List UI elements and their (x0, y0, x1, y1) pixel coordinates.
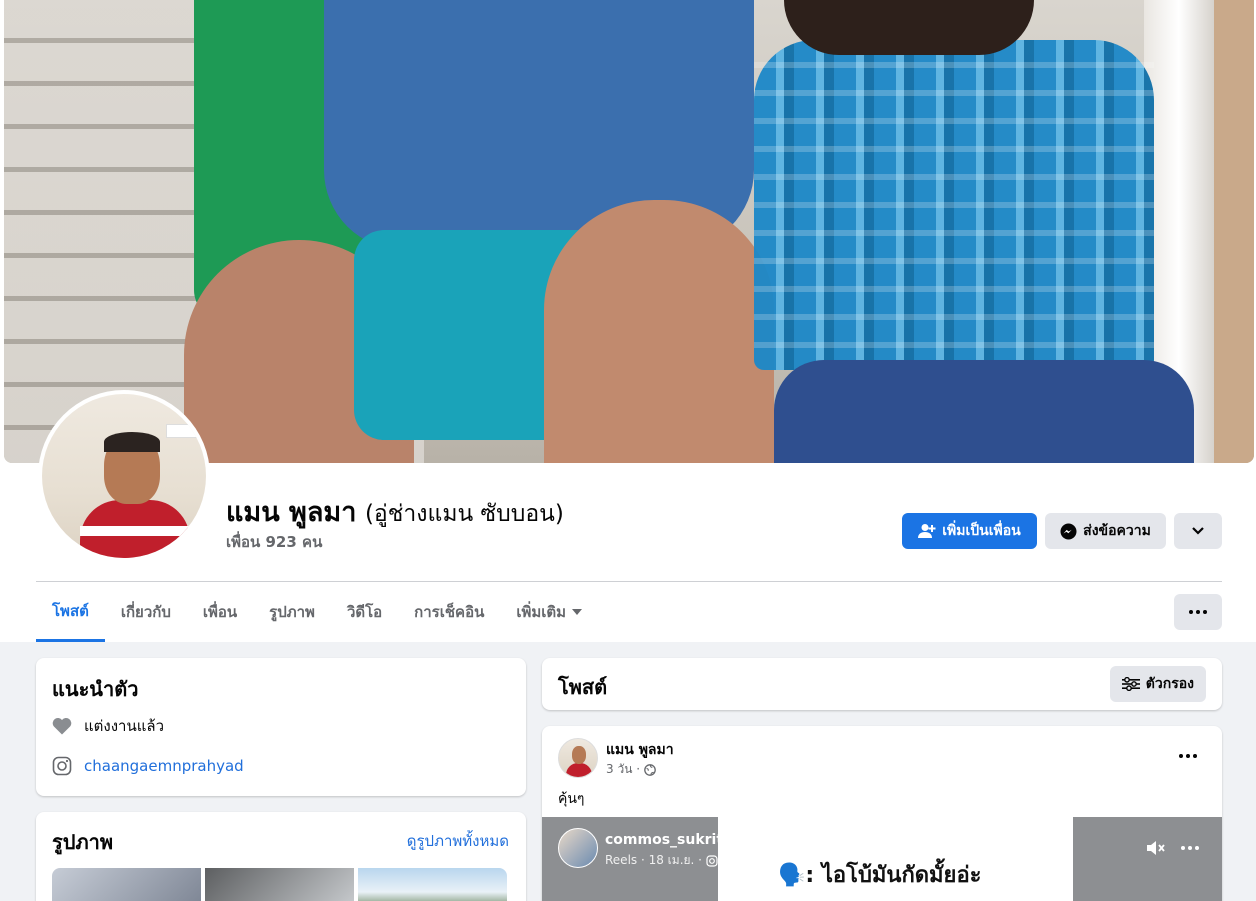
tab-friends[interactable]: เพื่อน (187, 582, 253, 642)
see-all-photos-link[interactable]: ดูรูปภาพทั้งหมด (407, 829, 509, 853)
filter-button[interactable]: ตัวกรอง (1109, 666, 1206, 702)
posts-title: โพสต์ (558, 675, 608, 699)
message-label: ส่งข้อความ (1083, 523, 1151, 539)
intro-instagram: chaangaemnprahyad (52, 756, 244, 776)
heart-icon (52, 717, 72, 735)
tabs-more-button[interactable] (1174, 594, 1222, 630)
globe-icon (644, 763, 656, 776)
instagram-link[interactable]: chaangaemnprahyad (84, 757, 244, 775)
shared-reel[interactable]: commos_sukrit Reels · 18 เม.ย. · 🗣️: ไอโ… (542, 817, 1222, 901)
post-meta: 3 วัน · (606, 760, 656, 779)
filter-icon (1121, 677, 1140, 691)
mute-button[interactable] (1145, 837, 1167, 859)
tab-about[interactable]: เกี่ยวกับ (105, 582, 187, 642)
tab-posts[interactable]: โพสต์ (36, 582, 105, 642)
tab-more[interactable]: เพิ่มเติม (500, 582, 598, 642)
photo-thumbnail[interactable] (52, 868, 201, 901)
photos-title: รูปภาพ (52, 830, 114, 854)
caret-down-icon (572, 609, 583, 615)
post-author-name[interactable]: แมน พูลมา (606, 739, 674, 761)
post-options-button[interactable] (1170, 744, 1206, 768)
profile-tabs: โพสต์ เกี่ยวกับ เพื่อน รูปภาพ วิดีโอ การ… (36, 582, 598, 642)
messenger-icon (1060, 523, 1077, 539)
reel-author-avatar[interactable] (558, 828, 598, 868)
post-card: แมน พูลมา 3 วัน · คุ้นๆ commos_sukrit Re… (542, 726, 1222, 901)
cover-photo[interactable] (4, 0, 1254, 463)
tab-checkins[interactable]: การเช็คอิน (398, 582, 500, 642)
reel-caption: 🗣️: ไอโบ้มันกัดมั้ยอ่ะ (778, 863, 982, 888)
tab-photos[interactable]: รูปภาพ (253, 582, 331, 642)
add-friend-label: เพิ่มเป็นเพื่อน (942, 523, 1021, 539)
filter-label: ตัวกรอง (1145, 676, 1194, 692)
profile-more-dropdown[interactable] (1174, 513, 1222, 549)
photo-thumbnail[interactable] (358, 868, 507, 901)
speaker-muted-icon (1147, 841, 1165, 855)
instagram-icon (52, 756, 72, 776)
post-text: คุ้นๆ (558, 791, 585, 807)
friends-count[interactable]: เพื่อน 923 คน (226, 530, 322, 554)
reel-meta-text: Reels · 18 เม.ย. · (605, 853, 702, 867)
message-button[interactable]: ส่งข้อความ (1045, 513, 1166, 549)
reel-author-name[interactable]: commos_sukrit (605, 832, 723, 848)
add-friend-button[interactable]: เพิ่มเป็นเพื่อน (902, 513, 1037, 549)
post-author-avatar[interactable] (558, 738, 598, 778)
intro-relationship: แต่งงานแล้ว (52, 714, 164, 738)
more-horizontal-icon (1170, 744, 1206, 768)
photo-thumbnail[interactable] (205, 868, 354, 901)
relationship-label: แต่งงานแล้ว (84, 717, 165, 735)
intro-title: แนะนำตัว (52, 677, 139, 701)
profile-main-name: แมน พูลมา (226, 497, 357, 528)
post-time[interactable]: 3 วัน · (606, 760, 640, 779)
reel-options-button[interactable] (1178, 837, 1202, 859)
more-horizontal-icon (1174, 594, 1222, 630)
add-friend-icon (918, 524, 936, 538)
profile-alternate-name: (อู่ช่างแมน ซับบอน) (364, 501, 564, 527)
intro-card: แนะนำตัว แต่งงานแล้ว chaangaemnprahyad (36, 658, 526, 796)
instagram-icon (706, 854, 718, 867)
reel-meta: Reels · 18 เม.ย. · (605, 851, 718, 870)
chevron-down-icon (1192, 527, 1204, 535)
photos-card: รูปภาพ ดูรูปภาพทั้งหมด (36, 812, 526, 901)
profile-name: แมน พูลมา (อู่ช่างแมน ซับบอน) (226, 490, 564, 533)
more-horizontal-icon (1178, 837, 1202, 859)
tab-videos[interactable]: วิดีโอ (331, 582, 398, 642)
profile-picture[interactable] (42, 394, 206, 558)
posts-header-card: โพสต์ ตัวกรอง (542, 658, 1222, 710)
